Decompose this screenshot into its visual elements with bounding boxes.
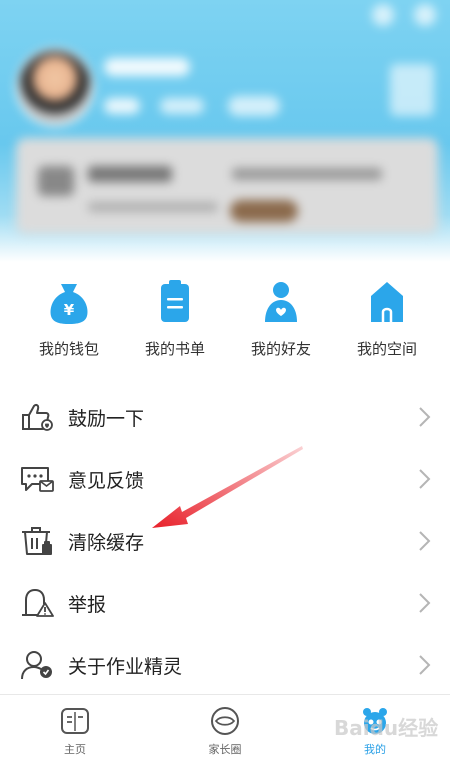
nav-tab-home[interactable]: 主页 (0, 695, 150, 760)
edit-badge[interactable] (228, 96, 280, 116)
vip-card[interactable] (16, 138, 438, 234)
qr-code-icon[interactable] (390, 64, 434, 116)
nav-label: 家长圈 (208, 743, 242, 756)
nav-label: 主页 (64, 743, 86, 756)
trash-icon (20, 526, 54, 556)
username-placeholder (104, 58, 190, 76)
menu-item-encourage[interactable]: 鼓励一下 (0, 386, 450, 448)
menu-item-clear-cache[interactable]: 清除缓存 (0, 510, 450, 572)
vip-icon (38, 166, 74, 196)
nav-tab-parents[interactable]: 家长圈 (150, 695, 300, 760)
profile-header (0, 0, 450, 262)
menu-item-report[interactable]: 举报 (0, 572, 450, 634)
svg-text:¥: ¥ (64, 301, 75, 319)
menu-item-label: 关于作业精灵 (68, 656, 183, 678)
blurred-profile-content (0, 0, 450, 262)
parents-circle-icon (211, 707, 239, 735)
vip-title (88, 166, 172, 182)
avatar[interactable] (16, 48, 94, 126)
chevron-right-icon (416, 406, 432, 428)
menu-item-label: 清除缓存 (68, 532, 145, 554)
report-icon (20, 588, 54, 618)
chevron-right-icon (416, 468, 432, 490)
vip-description (232, 168, 382, 180)
quick-action-friends[interactable]: 我的好友 (228, 278, 334, 368)
menu-item-feedback[interactable]: 意见反馈 (0, 448, 450, 510)
menu-item-label: 举报 (68, 594, 107, 616)
nav-label: 我的 (364, 743, 386, 756)
quick-action-label: 我的空间 (356, 340, 417, 358)
vip-subtitle (88, 202, 218, 212)
quick-action-wallet[interactable]: ¥ 我的钱包 (16, 278, 122, 368)
level-badge (104, 98, 140, 114)
quick-action-space[interactable]: 我的空间 (334, 278, 440, 368)
thumbs-up-icon (20, 402, 54, 432)
message-icon[interactable] (372, 4, 394, 26)
settings-menu: 鼓励一下 意见反馈 清除缓存 举报 关于作业精灵 (0, 386, 450, 696)
wallet-icon: ¥ (47, 278, 91, 326)
menu-item-label: 鼓励一下 (68, 408, 145, 430)
friends-icon (259, 278, 303, 326)
chevron-right-icon (416, 592, 432, 614)
quick-action-label: 我的好友 (250, 340, 311, 358)
about-icon (20, 650, 54, 680)
chevron-right-icon (416, 530, 432, 552)
grade-badge (160, 98, 204, 114)
quick-action-label: 我的钱包 (38, 340, 99, 358)
quick-action-label: 我的书单 (144, 340, 205, 358)
feedback-icon (20, 464, 54, 494)
chevron-right-icon (416, 654, 432, 676)
quick-action-booklist[interactable]: 我的书单 (122, 278, 228, 368)
booklist-icon (153, 278, 197, 326)
quick-actions-row: ¥ 我的钱包 我的书单 我的好友 我的空间 (0, 278, 450, 368)
watermark: Baidu经验 (334, 716, 439, 740)
home-icon (61, 708, 89, 734)
menu-item-label: 意见反馈 (68, 470, 145, 492)
vip-open-button[interactable] (230, 200, 298, 222)
menu-item-about[interactable]: 关于作业精灵 (0, 634, 450, 696)
space-icon (365, 278, 409, 326)
settings-icon[interactable] (414, 4, 436, 26)
